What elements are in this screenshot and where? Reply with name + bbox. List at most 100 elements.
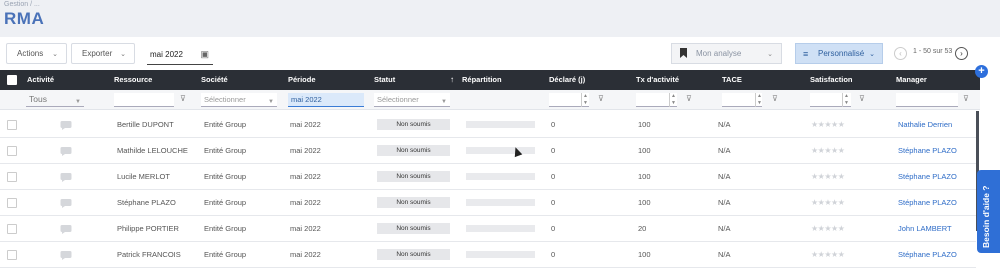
previous-page-button[interactable]: ‹ (894, 47, 907, 60)
sort-arrow-icon[interactable]: ↑ (450, 70, 454, 90)
manager-link[interactable]: Stéphane PLAZO (898, 242, 957, 268)
help-button[interactable]: Besoin d'aide ? (977, 170, 1000, 253)
col-tx-activite[interactable]: Tx d'activité (636, 70, 679, 90)
chevron-down-icon: ⌄ (120, 51, 126, 58)
col-ressource[interactable]: Ressource (114, 70, 152, 90)
tx-activite-cell: 100 (638, 120, 651, 129)
comment-icon[interactable] (60, 146, 72, 156)
ressource-cell[interactable]: Lucile MERLOT (117, 164, 170, 190)
page-title: RMA (4, 9, 45, 28)
table-row[interactable]: Lucile MERLOT Entité Group mai 2022 Non sou… (0, 164, 976, 190)
chevron-down-icon: ⌄ (52, 51, 58, 58)
ressource-cell[interactable]: Philippe PORTIER (117, 216, 179, 242)
calendar-icon[interactable]: ▣ (200, 49, 209, 60)
tace-stepper[interactable]: ▲ ▼ (755, 93, 763, 107)
col-activite[interactable]: Activité (27, 70, 54, 90)
ressource-cell[interactable]: Stéphane PLAZO (117, 190, 176, 216)
table-row[interactable]: Patrick FRANCOIS Entité Group mai 2022 Non … (0, 242, 976, 268)
periode-filter-value: mai 2022 (291, 95, 322, 104)
col-statut[interactable]: Statut (374, 70, 395, 90)
manager-link[interactable]: Stéphane PLAZO (898, 164, 957, 190)
ressource-cell[interactable]: Mathilde LELOUCHE (117, 138, 188, 164)
statut-filter[interactable]: Sélectionner ▼ (374, 93, 450, 107)
col-satisfaction[interactable]: Satisfaction (810, 70, 853, 90)
tace-cell: N/A (718, 172, 731, 181)
chevron-down-icon: ⌄ (869, 51, 875, 58)
personalise-button[interactable]: ≡ Personnalisé ⌄ (795, 43, 883, 64)
actions-button[interactable]: Actions ⌄ (6, 43, 67, 64)
activite-filter[interactable]: Tous ▼ (26, 93, 84, 107)
societe-cell: Entité Group (204, 146, 247, 155)
manager-link[interactable]: Stéphane PLAZO (898, 138, 957, 164)
declare-cell: 0 (551, 198, 556, 207)
tx-activite-cell: 100 (638, 250, 651, 259)
comment-icon[interactable] (60, 250, 72, 260)
table-header: Activité Ressource Société Période Statu… (0, 70, 980, 90)
status-badge: Non soumis (377, 171, 450, 182)
manager-link[interactable]: Nathalie Derrien (898, 112, 952, 138)
col-declare[interactable]: Déclaré (j) (549, 70, 585, 90)
filter-icon[interactable]: ⊽ (686, 95, 695, 104)
select-all-checkbox[interactable] (7, 75, 17, 85)
status-badge: Non soumis (377, 197, 450, 208)
col-societe[interactable]: Société (201, 70, 228, 90)
tx-stepper[interactable]: ▲ ▼ (669, 93, 677, 107)
export-button[interactable]: Exporter ⌄ (71, 43, 135, 64)
tx-activite-cell: 20 (638, 224, 647, 233)
table-row[interactable]: Bertille DUPONT Entité Group mai 2022 Non s… (0, 112, 976, 138)
filter-icon[interactable]: ⊽ (859, 95, 868, 104)
comment-icon[interactable] (60, 120, 72, 130)
chevron-down-icon: ▼ (268, 99, 274, 105)
col-periode[interactable]: Période (288, 70, 316, 90)
ressource-cell[interactable]: Bertille DUPONT (117, 112, 174, 138)
row-checkbox[interactable] (7, 224, 17, 234)
societe-filter[interactable]: Sélectionner ▼ (201, 93, 277, 107)
filter-icon[interactable]: ⊽ (180, 95, 189, 104)
ressource-cell[interactable]: Patrick FRANCOIS (117, 242, 181, 268)
manager-link[interactable]: John LAMBERT (898, 216, 952, 242)
satisfaction-stars: ★★★★★ (811, 146, 845, 155)
periode-cell: mai 2022 (290, 172, 321, 181)
tace-cell: N/A (718, 224, 731, 233)
tace-cell: N/A (718, 250, 731, 259)
table-row[interactable]: Stéphane PLAZO Entité Group mai 2022 Non so… (0, 190, 976, 216)
comment-icon[interactable] (60, 198, 72, 208)
comment-icon[interactable] (60, 172, 72, 182)
manager-filter-input[interactable] (896, 93, 958, 107)
satisfaction-stars: ★★★★★ (811, 250, 845, 259)
col-repartition[interactable]: Répartition (462, 70, 502, 90)
row-checkbox[interactable] (7, 250, 17, 260)
filter-icon[interactable]: ⊽ (772, 95, 781, 104)
comment-icon[interactable] (60, 224, 72, 234)
periode-filter[interactable]: mai 2022 (288, 93, 364, 107)
row-checkbox[interactable] (7, 198, 17, 208)
filter-icon[interactable]: ⊽ (598, 95, 607, 104)
repartition-bar (466, 199, 535, 206)
satisfaction-stars: ★★★★★ (811, 172, 845, 181)
row-checkbox[interactable] (7, 120, 17, 130)
add-column-button[interactable]: + (975, 65, 988, 78)
analyse-select[interactable]: Mon analyse ⌄ (671, 43, 782, 64)
period-date-field[interactable]: mai 2022 ▣ (147, 45, 213, 65)
repartition-bar (466, 121, 535, 128)
filter-icon[interactable]: ⊽ (963, 95, 972, 104)
analyse-label: Mon analyse (696, 49, 742, 58)
col-tace[interactable]: TACE (722, 70, 742, 90)
col-manager[interactable]: Manager (896, 70, 927, 90)
satisfaction-stepper[interactable]: ▲ ▼ (842, 93, 850, 107)
societe-cell: Entité Group (204, 120, 247, 129)
status-badge: Non soumis (377, 145, 450, 156)
row-checkbox[interactable] (7, 172, 17, 182)
ressource-filter-input[interactable] (114, 93, 174, 107)
declare-stepper[interactable]: ▲ ▼ (581, 93, 589, 107)
breadcrumb[interactable]: Gestion / ... (4, 1, 40, 8)
row-checkbox[interactable] (7, 146, 17, 156)
table-row[interactable]: Philippe PORTIER Entité Group mai 2022 Non … (0, 216, 976, 242)
table-row[interactable]: Mathilde LELOUCHE Entité Group mai 2022 Non… (0, 138, 976, 164)
next-page-button[interactable]: › (955, 47, 968, 60)
bookmark-icon (680, 48, 687, 58)
help-label: Besoin d'aide ? (981, 185, 991, 248)
satisfaction-stars: ★★★★★ (811, 120, 845, 129)
manager-link[interactable]: Stéphane PLAZO (898, 190, 957, 216)
chevron-down-icon: ▼ (75, 99, 81, 105)
